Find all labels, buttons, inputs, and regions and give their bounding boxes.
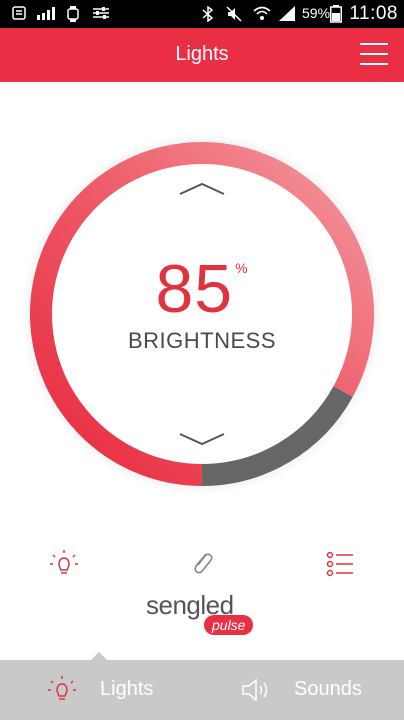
brightness-value: 85% bbox=[155, 251, 249, 327]
battery-icon bbox=[330, 5, 342, 23]
list-icon[interactable] bbox=[325, 548, 357, 580]
brightness-unit: % bbox=[235, 260, 249, 276]
signal-bars-icon bbox=[37, 7, 55, 20]
sengled-pulse-logo: sengled pulse bbox=[140, 590, 264, 638]
tab-sounds-label: Sounds bbox=[294, 678, 362, 700]
speaker-icon bbox=[242, 678, 268, 702]
logo-badge: pulse bbox=[204, 615, 254, 635]
cell-signal-icon bbox=[279, 6, 295, 21]
notification-icon bbox=[12, 6, 26, 20]
tool-row bbox=[0, 548, 404, 584]
battery-percent: 59% bbox=[302, 5, 331, 21]
tab-lights-label: Lights bbox=[100, 678, 154, 700]
hamburger-menu-icon[interactable] bbox=[360, 43, 388, 65]
wifi-icon bbox=[253, 6, 271, 20]
brightness-dial[interactable]: 85% BRIGHTNESS bbox=[0, 82, 404, 532]
bluetooth-icon bbox=[202, 6, 214, 22]
increase-chevron-up-icon[interactable] bbox=[178, 182, 226, 196]
bulb-icon[interactable] bbox=[48, 548, 80, 580]
mute-icon bbox=[226, 6, 242, 22]
app-bar: Lights bbox=[0, 28, 404, 82]
tab-sounds[interactable]: Sounds bbox=[202, 660, 404, 720]
tab-lights[interactable]: Lights bbox=[0, 660, 202, 720]
settings-sliders-icon bbox=[93, 7, 109, 19]
status-bar: 59% 11:08 bbox=[0, 0, 404, 28]
page-title: Lights bbox=[175, 43, 229, 65]
bulb-icon bbox=[48, 676, 76, 700]
paperclip-icon[interactable] bbox=[186, 548, 218, 580]
decrease-chevron-down-icon[interactable] bbox=[178, 432, 226, 446]
brightness-label: BRIGHTNESS bbox=[127, 328, 277, 353]
clock: 11:08 bbox=[349, 3, 398, 24]
bottom-nav: Lights Sounds bbox=[0, 652, 404, 720]
watch-icon bbox=[67, 6, 79, 22]
